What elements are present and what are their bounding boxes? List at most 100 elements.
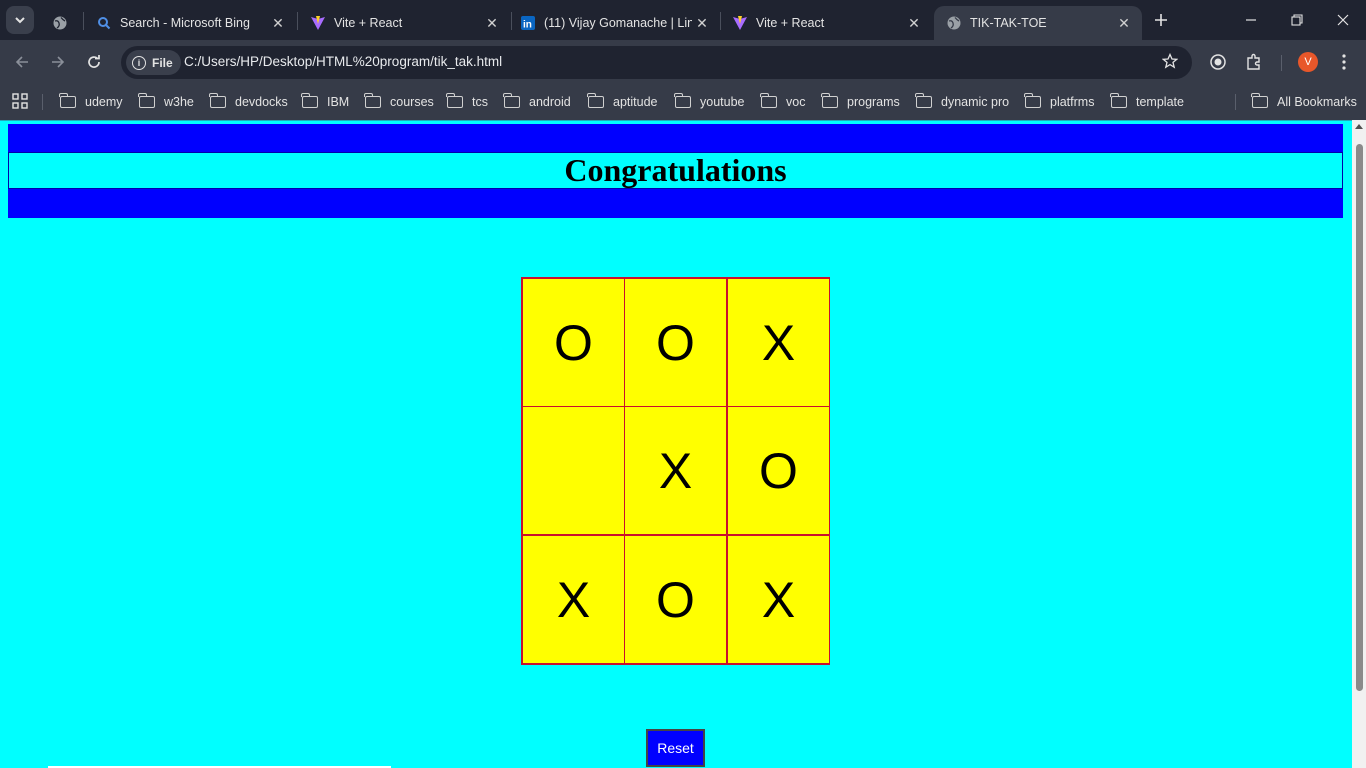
board-cell-r2c1[interactable] — [522, 406, 625, 535]
puzzle-icon — [1247, 53, 1260, 70]
board-cell-r2c2[interactable]: X — [624, 406, 727, 535]
forward-button[interactable] — [45, 49, 71, 75]
bookmark-folder-ibm[interactable]: IBM — [301, 92, 350, 112]
folder-icon — [760, 93, 777, 108]
tab-vite-react-1[interactable]: Vite + React ✕ — [298, 6, 510, 40]
apps-grid-icon[interactable] — [11, 92, 29, 110]
folder-icon — [364, 93, 381, 108]
close-icon[interactable]: ✕ — [482, 13, 502, 33]
heading-banner: Congratulations — [8, 124, 1343, 218]
bookmark-folder-voc[interactable]: voc — [760, 92, 805, 112]
folder-icon — [59, 93, 76, 108]
close-icon — [1337, 14, 1349, 26]
address-bar[interactable]: i File C:/Users/HP/Desktop/HTML%20progra… — [121, 46, 1192, 79]
folder-icon — [446, 93, 463, 108]
bookmark-folder-youtube[interactable]: youtube — [674, 92, 745, 112]
folder-icon — [138, 93, 155, 108]
extensions-button[interactable] — [1243, 51, 1265, 73]
folder-icon — [821, 93, 838, 108]
tab-bing[interactable]: Search - Microsoft Bing ✕ — [84, 6, 296, 40]
board-cell-r3c1[interactable]: X — [522, 535, 625, 664]
bookmark-label: android — [529, 95, 571, 109]
bookmark-label: youtube — [700, 95, 745, 109]
folder-icon — [503, 93, 520, 108]
browser-toolbar: i File C:/Users/HP/Desktop/HTML%20progra… — [0, 40, 1366, 84]
board-cell-r1c3[interactable]: X — [727, 278, 830, 407]
bookmark-label: aptitude — [613, 95, 658, 109]
svg-text:in: in — [523, 20, 532, 31]
close-icon[interactable]: ✕ — [692, 13, 712, 33]
tab-search-button[interactable] — [6, 6, 34, 34]
linkedin-icon: in — [520, 15, 536, 31]
profile-avatar[interactable]: V — [1298, 52, 1318, 72]
minimize-icon — [1246, 19, 1256, 21]
reset-button[interactable]: Reset — [646, 729, 705, 767]
bookmark-label: programs — [847, 95, 900, 109]
bookmark-folder-template[interactable]: template — [1110, 92, 1184, 112]
bookmark-star-icon[interactable] — [1161, 52, 1179, 74]
vertical-scrollbar[interactable] — [1352, 120, 1366, 768]
bookmark-folder-platfrms[interactable]: platfrms — [1024, 92, 1095, 112]
tab-title: Vite + React — [756, 16, 825, 30]
board-cell-r2c3[interactable]: O — [727, 406, 830, 535]
board-cell-r3c3[interactable]: X — [727, 535, 830, 664]
tab-title: Vite + React — [334, 16, 403, 30]
board-cell-r3c2[interactable]: O — [624, 535, 727, 664]
bookmark-label: dynamic pro — [941, 95, 1010, 109]
bookmark-label: platfrms — [1050, 95, 1095, 109]
game-board: O O X X O X O X — [521, 277, 830, 665]
chevron-down-icon — [15, 17, 25, 24]
bookmark-label: w3he — [164, 95, 194, 109]
tab-tik-tak-toe[interactable]: TIK-TAK-TOE ✕ — [934, 6, 1142, 40]
bookmark-label: tcs — [472, 95, 488, 109]
tab-vite-react-2[interactable]: Vite + React ✕ — [720, 6, 932, 40]
board-cell-r1c2[interactable]: O — [624, 278, 727, 407]
bookmarks-bar: udemy w3he devdocks IBM courses tcs andr… — [0, 84, 1366, 120]
bookmark-folder-dynamic-pro[interactable]: dynamic pro — [915, 92, 1010, 112]
restore-button[interactable] — [1274, 0, 1320, 40]
url-text[interactable]: C:/Users/HP/Desktop/HTML%20program/tik_t… — [184, 54, 502, 69]
all-bookmarks-button[interactable]: All Bookmarks — [1251, 92, 1357, 112]
bookmark-folder-programs[interactable]: programs — [821, 92, 900, 112]
bookmark-folder-tcs[interactable]: tcs — [446, 92, 488, 112]
folder-icon — [1110, 93, 1127, 108]
scheme-label: File — [152, 55, 173, 70]
new-tab-button[interactable] — [1150, 9, 1172, 31]
bookmarks-separator — [42, 94, 43, 110]
folder-icon — [1024, 93, 1041, 108]
bookmark-folder-udemy[interactable]: udemy — [59, 92, 123, 112]
arrow-right-icon — [52, 56, 65, 68]
bookmark-folder-devdocks[interactable]: devdocks — [209, 92, 288, 112]
board-cell-r1c1[interactable]: O — [522, 278, 625, 407]
close-window-button[interactable] — [1320, 0, 1366, 40]
bookmark-folder-aptitude[interactable]: aptitude — [587, 92, 658, 112]
site-info-chip[interactable]: i File — [126, 50, 181, 75]
restore-icon — [1291, 14, 1303, 26]
bookmark-folder-w3he[interactable]: w3he — [138, 92, 194, 112]
tab-linkedin[interactable]: in (11) Vijay Gomanache | Lin ✕ — [508, 6, 720, 40]
bookmark-label: IBM — [327, 95, 350, 109]
tab-title: (11) Vijay Gomanache | Lin — [544, 16, 692, 30]
minimize-button[interactable] — [1228, 0, 1274, 40]
close-icon[interactable]: ✕ — [268, 13, 288, 33]
target-icon — [1210, 54, 1226, 70]
back-button[interactable] — [9, 49, 35, 75]
globe-icon — [52, 15, 68, 31]
menu-button[interactable] — [1333, 51, 1355, 73]
scroll-up-arrow-icon[interactable] — [1355, 124, 1363, 129]
reload-button[interactable] — [81, 49, 107, 75]
bookmark-folder-courses[interactable]: courses — [364, 92, 434, 112]
close-icon[interactable]: ✕ — [904, 13, 924, 33]
folder-icon — [915, 93, 932, 108]
toolbar-separator — [1281, 55, 1282, 71]
globe-icon — [946, 15, 962, 31]
close-icon[interactable]: ✕ — [1114, 13, 1134, 33]
scroll-thumb[interactable] — [1356, 144, 1363, 691]
folder-icon — [209, 93, 226, 108]
lens-button[interactable] — [1207, 51, 1229, 73]
vite-icon — [310, 15, 326, 31]
bookmark-folder-android[interactable]: android — [503, 92, 571, 112]
tab-pinned[interactable] — [40, 6, 80, 40]
plus-icon — [1155, 14, 1167, 26]
folder-icon — [301, 93, 318, 108]
